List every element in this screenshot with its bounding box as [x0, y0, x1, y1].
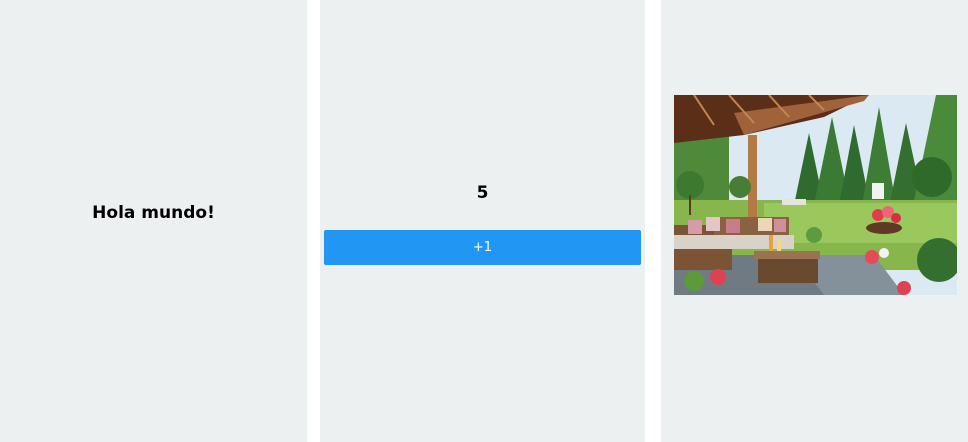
counter-value: 5	[476, 183, 489, 203]
patio-photo	[674, 95, 957, 295]
image-panel	[661, 0, 968, 442]
increment-button[interactable]: +1	[324, 230, 641, 265]
greeting-panel: Hola mundo!	[0, 0, 307, 442]
greeting-text: Hola mundo!	[92, 203, 215, 223]
counter-panel: 5 +1	[320, 0, 645, 442]
